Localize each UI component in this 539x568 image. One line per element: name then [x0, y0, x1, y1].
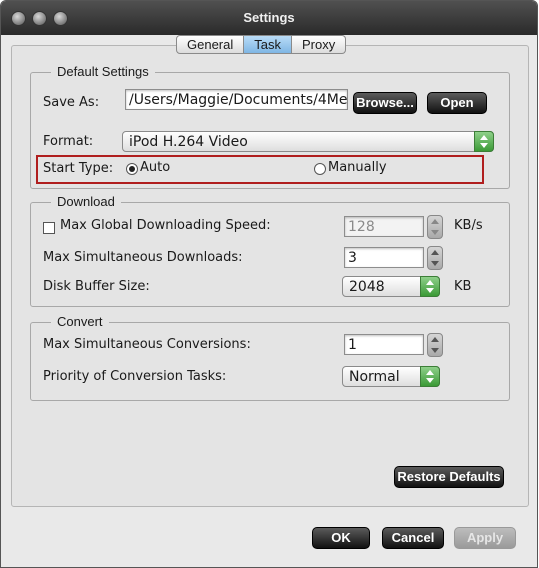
- format-label: Format:: [43, 134, 94, 149]
- updown-arrows-icon: [474, 131, 494, 152]
- priority-label: Priority of Conversion Tasks:: [43, 369, 227, 384]
- max-speed-field[interactable]: 128: [344, 216, 424, 237]
- priority-popup[interactable]: Normal: [342, 366, 440, 387]
- window-title: Settings: [243, 10, 295, 25]
- max-conversions-label: Max Simultaneous Conversions:: [43, 337, 251, 352]
- max-speed-checkbox[interactable]: [43, 222, 55, 234]
- save-as-label: Save As:: [43, 95, 100, 110]
- max-conversions-field[interactable]: 1: [344, 334, 424, 355]
- max-downloads-label: Max Simultaneous Downloads:: [43, 250, 243, 265]
- browse-button[interactable]: Browse...: [353, 92, 417, 114]
- disk-buffer-unit: KB: [454, 279, 472, 294]
- ok-button[interactable]: OK: [312, 527, 370, 549]
- cancel-button[interactable]: Cancel: [382, 527, 444, 549]
- updown-arrows-icon: [420, 366, 440, 387]
- max-speed-unit: KB/s: [454, 218, 483, 233]
- disk-buffer-value: 2048: [349, 279, 385, 295]
- max-conversions-stepper[interactable]: [427, 333, 443, 357]
- max-speed-stepper[interactable]: [427, 215, 443, 239]
- tab-general[interactable]: General: [176, 35, 245, 54]
- settings-panel: Default Settings Save As: /Users/Maggie/…: [11, 45, 529, 507]
- title-bar[interactable]: Settings: [1, 1, 537, 35]
- tab-proxy[interactable]: Proxy: [291, 35, 347, 54]
- save-as-path-field[interactable]: /Users/Maggie/Documents/4Media: [125, 89, 348, 110]
- max-downloads-stepper[interactable]: [427, 246, 443, 270]
- tab-task[interactable]: Task: [244, 35, 292, 54]
- start-type-highlight-box: [36, 155, 484, 184]
- settings-window: Settings Default Settings Save As: /User…: [0, 0, 538, 568]
- priority-value: Normal: [349, 369, 400, 385]
- format-popup-value: iPod H.264 Video: [129, 134, 248, 150]
- disk-buffer-label: Disk Buffer Size:: [43, 279, 150, 294]
- max-speed-label: Max Global Downloading Speed:: [60, 218, 271, 233]
- tab-bar: General Task Proxy: [176, 35, 347, 54]
- apply-button[interactable]: Apply: [454, 527, 516, 549]
- updown-arrows-icon: [420, 276, 440, 297]
- open-button[interactable]: Open: [427, 92, 487, 114]
- download-legend: Download: [51, 194, 121, 209]
- format-popup[interactable]: iPod H.264 Video: [122, 131, 494, 152]
- restore-defaults-button[interactable]: Restore Defaults: [394, 466, 504, 488]
- default-settings-legend: Default Settings: [51, 64, 155, 79]
- convert-legend: Convert: [51, 314, 109, 329]
- disk-buffer-popup[interactable]: 2048: [342, 276, 440, 297]
- max-downloads-field[interactable]: 3: [344, 247, 424, 268]
